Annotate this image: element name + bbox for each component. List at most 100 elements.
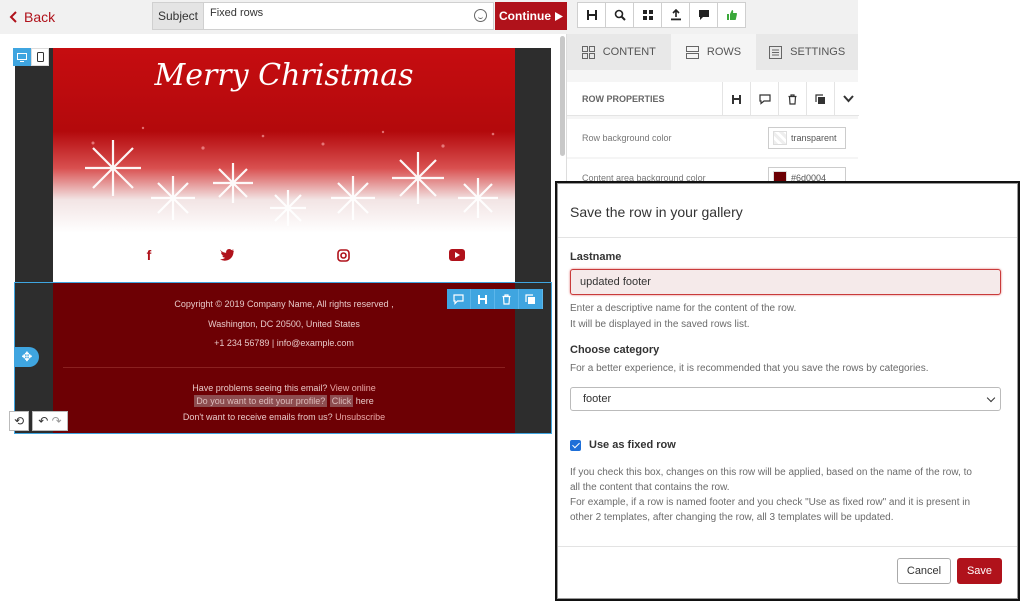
row-properties-actions	[722, 82, 862, 116]
footer-edit-profile-line: Do you want to edit your profile? Click …	[53, 395, 515, 407]
duplicate-icon[interactable]	[519, 289, 543, 309]
dialog-footer-divider	[558, 546, 1017, 547]
christmas-banner: Merry Christmas	[53, 48, 515, 233]
fixed-help-3: For example, if a row is named footer an…	[570, 497, 971, 508]
view-online-link[interactable]: View online	[330, 383, 376, 393]
row-properties-title: ROW PROPERTIES	[582, 94, 665, 104]
category-label: Choose category	[570, 344, 660, 356]
prop-row-background-label: Row background color	[582, 133, 672, 143]
trash-icon[interactable]	[778, 82, 806, 116]
row-name-value: updated footer	[580, 276, 651, 288]
footer-content: Copyright © 2019 Company Name, All right…	[53, 283, 515, 433]
prop-content-background: Content area background color #6d0004	[567, 159, 859, 184]
subject-group: Subject Fixed rows	[152, 2, 494, 30]
continue-button[interactable]: Continue	[495, 2, 567, 30]
save-icon[interactable]	[471, 289, 495, 309]
canvas-scrollbar[interactable]	[560, 36, 565, 156]
view-online-prefix: Have problems seeing this email?	[192, 383, 328, 393]
youtube-icon[interactable]	[449, 247, 465, 263]
email-header-row[interactable]: Merry Christmas f	[15, 48, 551, 282]
name-help-2: It will be displayed in the saved rows l…	[570, 319, 750, 330]
mobile-view-icon[interactable]	[31, 48, 49, 66]
export-icon[interactable]	[661, 2, 690, 28]
rows-icon	[685, 45, 699, 59]
save-icon[interactable]	[577, 2, 606, 28]
row-name-input[interactable]: updated footer	[570, 269, 1001, 295]
content-icon	[581, 45, 595, 59]
tab-rows[interactable]: ROWS	[670, 34, 757, 70]
undo-redo-buttons: ↶ ↷	[32, 411, 68, 431]
cancel-button[interactable]: Cancel	[897, 558, 951, 584]
properties-panel: CONTENT ROWS SETTINGS ROW PROPERTIES Row…	[566, 34, 859, 184]
panel-tabs: CONTENT ROWS SETTINGS	[567, 34, 858, 70]
tab-content[interactable]: CONTENT	[567, 34, 671, 70]
tab-settings-label: SETTINGS	[790, 46, 846, 58]
name-label: Lastname	[570, 251, 622, 263]
edit-profile-click[interactable]: Click	[329, 395, 354, 407]
redo-icon[interactable]: ↷	[52, 414, 62, 428]
tab-rows-label: ROWS	[706, 46, 742, 58]
grid-icon[interactable]	[633, 2, 662, 28]
content-background-value: #6d0004	[791, 173, 827, 183]
unsubscribe-link[interactable]: Unsubscribe	[335, 412, 385, 422]
history-controls: ⟲ ↶ ↷	[9, 411, 68, 431]
tab-content-label: CONTENT	[602, 46, 656, 58]
footer-address: Washington, DC 20500, United States	[208, 319, 360, 329]
prop-row-background: Row background color transparent	[567, 119, 859, 157]
undo-icon[interactable]: ↶	[38, 414, 48, 428]
fixed-help-2: all the content that contains the row.	[570, 482, 730, 493]
duplicate-icon[interactable]	[806, 82, 834, 116]
history-icon[interactable]: ⟲	[9, 411, 29, 431]
row-background-color-picker[interactable]: transparent	[768, 127, 846, 149]
subject-input[interactable]: Fixed rows	[203, 2, 494, 30]
chevron-down-icon[interactable]	[834, 82, 862, 116]
fixed-row-checkbox[interactable]	[570, 439, 581, 451]
dialog-header-divider	[558, 237, 1017, 238]
continue-label: Continue	[499, 9, 551, 23]
edit-profile-text[interactable]: Do you want to edit your profile?	[194, 395, 328, 407]
comment-icon[interactable]	[447, 289, 471, 309]
row-action-toolbar	[447, 289, 543, 309]
fixed-row-label: Use as fixed row	[589, 439, 676, 451]
save-row-dialog: Save the row in your gallery Lastname up…	[557, 183, 1018, 599]
row-properties-header: ROW PROPERTIES	[567, 82, 859, 116]
prop-content-background-label: Content area background color	[582, 173, 706, 183]
category-select[interactable]: footer	[570, 387, 1001, 411]
back-button[interactable]: Back	[8, 9, 55, 25]
approve-icon[interactable]	[717, 2, 746, 28]
top-toolbar: Back Subject Fixed rows Continue	[0, 0, 858, 34]
comment-icon[interactable]	[689, 2, 718, 28]
play-icon	[555, 11, 563, 21]
fixed-row-option[interactable]: Use as fixed row	[570, 439, 676, 451]
save-button[interactable]: Save	[957, 558, 1002, 584]
footer-copyright: Copyright © 2019 Company Name, All right…	[174, 299, 394, 309]
category-value: footer	[583, 393, 612, 405]
trash-icon[interactable]	[495, 289, 519, 309]
emoji-icon[interactable]	[474, 9, 487, 22]
fixed-help-4: other 2 templates, after changing the ro…	[570, 512, 894, 523]
desktop-view-icon[interactable]	[13, 48, 31, 66]
footer-divider	[63, 367, 505, 368]
name-help-1: Enter a descriptive name for the content…	[570, 303, 797, 314]
footer-view-online-line: Have problems seeing this email? View on…	[53, 383, 515, 393]
facebook-icon[interactable]: f	[141, 247, 157, 263]
dialog-title: Save the row in your gallery	[570, 204, 743, 220]
twitter-icon[interactable]	[219, 247, 235, 263]
footer-unsubscribe-line: Don't want to receive emails from us? Un…	[53, 412, 515, 422]
tab-settings[interactable]: SETTINGS	[756, 34, 858, 70]
transparent-swatch	[773, 131, 787, 145]
move-icon[interactable]: ✥	[15, 347, 39, 367]
chevron-left-icon	[9, 11, 17, 23]
back-label: Back	[24, 9, 56, 25]
unsubscribe-prefix: Don't want to receive emails from us?	[182, 412, 333, 422]
preview-icon[interactable]	[605, 2, 634, 28]
footer-contact: +1 234 56789 | info@example.com	[214, 338, 354, 348]
settings-icon	[769, 45, 783, 59]
row-background-value: transparent	[791, 133, 837, 143]
tool-buttons	[577, 2, 746, 28]
content-background-color-picker[interactable]: #6d0004	[768, 167, 846, 184]
save-icon[interactable]	[722, 82, 750, 116]
fixed-help-1: If you check this box, changes on this r…	[570, 467, 972, 478]
instagram-icon[interactable]	[335, 247, 351, 263]
comment-icon[interactable]	[750, 82, 778, 116]
